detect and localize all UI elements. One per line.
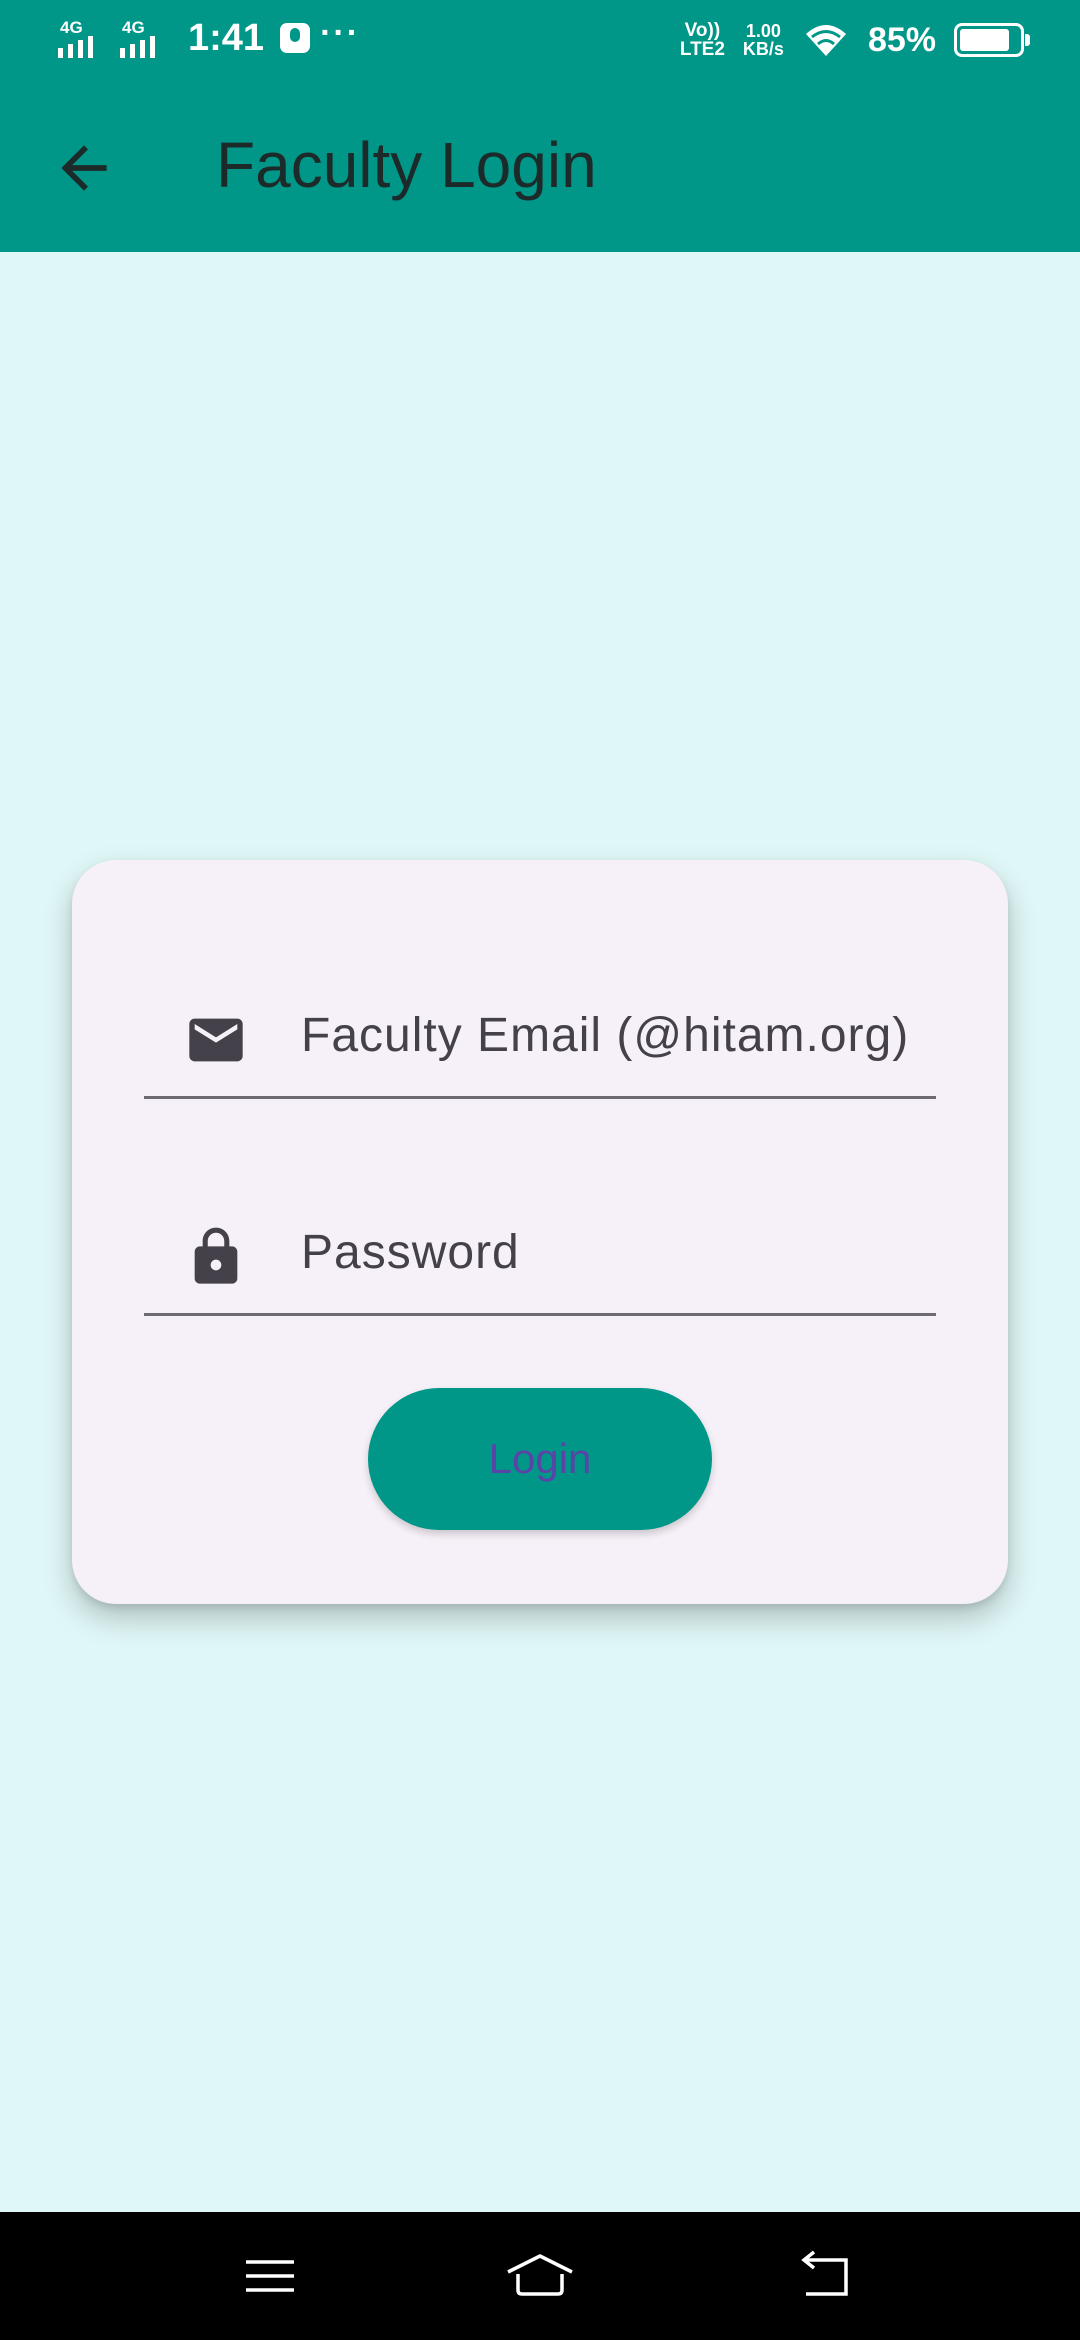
back-icon[interactable] [788, 2240, 860, 2312]
email-field[interactable]: Faculty Email (@hitam.org) [144, 956, 936, 1099]
signal-icon: 4G [58, 16, 110, 60]
battery-icon [954, 23, 1030, 57]
microphone-icon [280, 23, 311, 53]
system-nav-bar [0, 2212, 1080, 2340]
mail-icon [189, 1018, 243, 1062]
login-card: Faculty Email (@hitam.org) Password Logi… [72, 860, 1008, 1604]
speed-unit: KB/s [742, 39, 784, 59]
network-type-2: 4G [122, 18, 145, 37]
volte-label: Vo)) [684, 20, 721, 41]
home-icon[interactable] [504, 2240, 576, 2312]
lte-label: LTE2 [679, 39, 725, 60]
lock-icon [194, 1227, 238, 1284]
battery-percent: 85% [867, 20, 936, 59]
arrow-back-icon[interactable] [50, 134, 118, 202]
volte-indicator: Vo)) LTE2 [680, 21, 725, 59]
network-type-1: 4G [60, 18, 83, 37]
wifi-icon [805, 25, 846, 56]
password-placeholder: Password [301, 1226, 520, 1279]
email-placeholder: Faculty Email (@hitam.org) [301, 1009, 910, 1062]
signal-icon: 4G [120, 16, 172, 60]
app-bar: 4G 4G 1:41 ··· Vo)) LTE2 1.00 KB/s 85% F… [0, 0, 1080, 252]
speed-value: 1.00 [745, 21, 781, 41]
status-time: 1:41 [188, 16, 265, 59]
more-notifications: ··· [320, 13, 361, 52]
password-field[interactable]: Password [144, 1173, 936, 1316]
menu-icon[interactable] [234, 2240, 306, 2312]
page-title: Faculty Login [216, 129, 597, 201]
status-bar: 4G 4G 1:41 ··· Vo)) LTE2 1.00 KB/s 85% [0, 0, 1080, 84]
network-speed: 1.00 KB/s [743, 22, 784, 58]
login-button[interactable]: Login [368, 1388, 712, 1530]
